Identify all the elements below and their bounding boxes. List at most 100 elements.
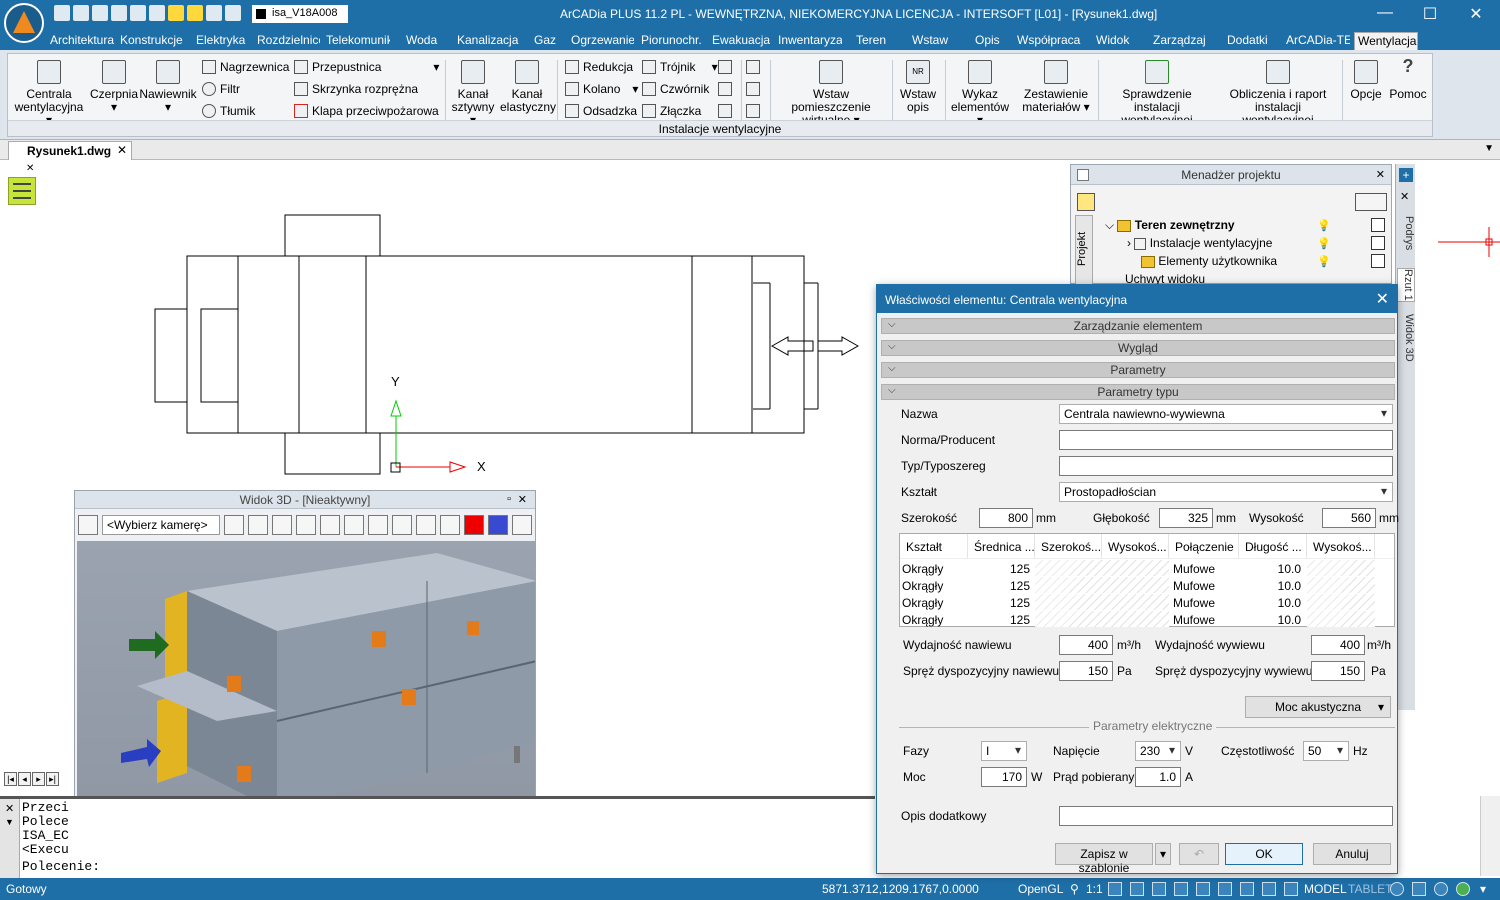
blue-color-icon[interactable] xyxy=(488,515,508,535)
tab-rozdzielnice[interactable]: Rozdzielnice xyxy=(257,32,320,50)
redukcja-button[interactable]: Redukcja xyxy=(565,58,633,76)
norma-input[interactable] xyxy=(1059,430,1393,450)
doc-tabs-menu-icon[interactable]: ▼ xyxy=(1484,143,1494,154)
tab-dodatki[interactable]: Dodatki xyxy=(1227,32,1273,50)
shadow-icon[interactable] xyxy=(392,515,412,535)
snap-icon[interactable] xyxy=(1130,882,1144,896)
red-color-icon[interactable] xyxy=(464,515,484,535)
klapa-button[interactable]: Klapa przeciwpożarowa xyxy=(294,102,439,120)
tab-architektura[interactable]: Architektura xyxy=(50,32,115,50)
fly-icon[interactable] xyxy=(368,515,388,535)
camera-settings-icon[interactable] xyxy=(78,515,98,535)
settings-gear-icon[interactable] xyxy=(1390,882,1404,896)
checkbox-elementy[interactable] xyxy=(1371,254,1385,268)
osnap-icon[interactable] xyxy=(1218,882,1232,896)
command-scrollbar[interactable] xyxy=(1480,796,1500,876)
close-window-button[interactable]: ✕ xyxy=(1456,4,1496,24)
print-icon[interactable] xyxy=(416,515,436,535)
czerpnia-button[interactable]: Czerpnia ▾ xyxy=(90,60,138,114)
tab-inwentaryzacja[interactable]: Inwentaryza xyxy=(778,32,842,50)
prev-layout-icon[interactable]: ◂ xyxy=(18,772,31,786)
filtr-button[interactable]: Filtr xyxy=(202,80,240,98)
tree-item-instalacje[interactable]: › Instalacje wentylacyjne xyxy=(1127,236,1272,250)
tab-widok[interactable]: Widok xyxy=(1096,32,1136,50)
doc-tab-rysunek1[interactable]: Rysunek1.dwg ✕ xyxy=(8,141,133,160)
layer-select[interactable]: isa_V18A008 xyxy=(252,5,348,23)
restore-view-icon[interactable]: ▫ xyxy=(507,493,511,505)
tab-ewakuacja[interactable]: Ewakuacja xyxy=(712,32,770,50)
col-header[interactable]: Wysokoś... xyxy=(1307,534,1375,558)
close-view-icon[interactable]: ✕ xyxy=(1400,190,1409,203)
close-doc-icon[interactable]: ✕ xyxy=(117,143,127,157)
add-level-icon[interactable] xyxy=(1077,193,1095,211)
moc-akustyczna-button[interactable]: Moc akustyczna ▾ xyxy=(1245,696,1391,718)
tool-a-button[interactable] xyxy=(718,58,732,76)
wydajnosc-wywiewu-input[interactable]: 400 xyxy=(1311,635,1365,655)
wall-view-icon[interactable] xyxy=(320,515,340,535)
save-template-button[interactable]: Zapisz w szablonie xyxy=(1055,843,1153,875)
sun-icon[interactable] xyxy=(187,5,203,21)
tool-f-button[interactable] xyxy=(746,102,760,120)
command-prompt[interactable]: Polecenie: xyxy=(22,859,100,874)
lightbulb-icon[interactable] xyxy=(168,5,184,21)
crosshair-icon[interactable] xyxy=(1284,882,1298,896)
checkbox-instalacje[interactable] xyxy=(1371,236,1385,250)
annotation-scale-icon[interactable] xyxy=(1108,882,1122,896)
otrack-icon[interactable] xyxy=(1240,882,1254,896)
moc-input[interactable]: 170 xyxy=(981,767,1027,787)
obliczenia-button[interactable]: Obliczenia i raport instalacji wentylacy… xyxy=(1218,60,1338,127)
side-tab-projekt[interactable]: Projekt xyxy=(1075,215,1093,285)
tab-woda[interactable]: Woda xyxy=(406,32,448,50)
command-line-handle[interactable]: ✕ ▼ xyxy=(0,799,20,879)
kanal-elastyczny-button[interactable]: Kanał elastyczny xyxy=(500,60,556,114)
wykaz-elementow-button[interactable]: Wykaz elementów ▾ xyxy=(948,60,1012,127)
last-layout-icon[interactable]: ▸| xyxy=(46,772,59,786)
wstaw-pomieszczenie-button[interactable]: Wstaw pomieszczenie wirtualne ▾ xyxy=(776,60,886,127)
tlumik-button[interactable]: Tłumik xyxy=(202,102,255,120)
nawiewnik-button[interactable]: Nawiewnik ▾ xyxy=(139,60,197,114)
maximize-button[interactable]: ☐ xyxy=(1410,4,1450,24)
napiecie-select[interactable]: 230 xyxy=(1135,741,1181,761)
cancel-button[interactable]: Anuluj xyxy=(1313,843,1391,865)
section-wyglad[interactable]: ⌵ Wygląd xyxy=(881,340,1395,356)
czwornik-button[interactable]: Czwórnik xyxy=(642,80,709,98)
czestotliwosc-select[interactable]: 50 xyxy=(1303,741,1349,761)
visible-bulb-icon[interactable]: 💡 xyxy=(1317,237,1331,250)
close-pm-icon[interactable]: ✕ xyxy=(1376,168,1385,181)
close-cmd-icon[interactable]: ✕ xyxy=(0,799,19,815)
col-header[interactable]: Kształt xyxy=(900,534,968,558)
zlaczka-button[interactable]: Złączka xyxy=(642,102,701,120)
wydajnosc-nawiewu-input[interactable]: 400 xyxy=(1059,635,1113,655)
polar-icon[interactable] xyxy=(1196,882,1210,896)
section-parametry-typu[interactable]: ⌵ Parametry typu xyxy=(881,384,1395,400)
undo-icon[interactable] xyxy=(130,5,146,21)
tool-d-button[interactable] xyxy=(746,58,760,76)
clean-screen-icon[interactable] xyxy=(1434,882,1448,896)
sprawdzenie-button[interactable]: Sprawdzenie instalacji wentylacyjnej xyxy=(1098,60,1216,127)
filter-dropdown-icon[interactable] xyxy=(1355,193,1387,211)
tab-teren[interactable]: Teren xyxy=(856,32,896,50)
wstaw-opis-button[interactable]: NR Wstaw opis xyxy=(896,60,940,114)
visible-bulb-icon[interactable]: 💡 xyxy=(1317,255,1331,268)
col-header[interactable]: Wysokoś... xyxy=(1102,534,1169,558)
ortho-icon[interactable] xyxy=(1174,882,1188,896)
szerokosc-input[interactable]: 800 xyxy=(979,508,1033,528)
next-layout-icon[interactable]: ▸ xyxy=(32,772,45,786)
zestawienie-materialow-button[interactable]: Zestawienie materiałów ▾ xyxy=(1016,60,1096,114)
zoom-window-icon[interactable] xyxy=(272,515,292,535)
tab-telekomunikacja[interactable]: Telekomunik xyxy=(326,32,390,50)
tab-piorunochron[interactable]: Piorunochr. xyxy=(641,32,703,50)
trojnik-button[interactable]: Trójnik ▾ xyxy=(642,58,718,76)
renderer-label[interactable]: OpenGL xyxy=(1018,882,1063,896)
app-logo-icon[interactable] xyxy=(4,3,44,43)
connections-table[interactable]: Kształt Średnica ... Szerokoś... Wysokoś… xyxy=(899,533,1395,627)
glebokosc-input[interactable]: 325 xyxy=(1159,508,1213,528)
air-handler-plan-drawing[interactable] xyxy=(0,161,880,491)
annotation-icon[interactable]: ⚲ xyxy=(1070,882,1079,896)
camera-list-icon[interactable] xyxy=(224,515,244,535)
prad-input[interactable]: 1.0 xyxy=(1135,767,1181,787)
section-parametry[interactable]: ⌵ Parametry xyxy=(881,362,1395,378)
tab-wspolpraca[interactable]: Współpraca xyxy=(1017,32,1081,50)
ksztalt-select[interactable]: Prostopadłościan xyxy=(1059,482,1393,502)
centrala-button[interactable]: Centrala wentylacyjna ▾ xyxy=(10,60,88,127)
